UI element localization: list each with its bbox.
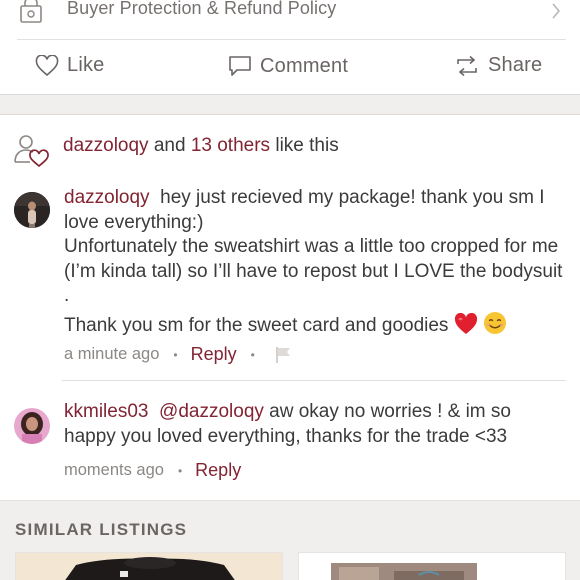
- likers-icon: [14, 135, 49, 168]
- smiling-face-emoji: [484, 311, 506, 334]
- likes-suffix: like this: [275, 135, 339, 156]
- avatar-photo: [14, 192, 50, 228]
- reply-button[interactable]: Reply: [191, 344, 237, 365]
- comment-username[interactable]: kkmiles03: [64, 401, 148, 422]
- comment-label: Comment: [260, 54, 349, 77]
- liker-username[interactable]: dazzoloqy: [63, 135, 149, 156]
- meta-separator: •: [250, 347, 255, 362]
- like-button[interactable]: Like: [35, 54, 105, 77]
- comment-meta: a minute ago • Reply •: [64, 344, 293, 365]
- listing-card[interactable]: [15, 552, 283, 580]
- comment-timestamp: a minute ago: [64, 345, 160, 363]
- divider: [62, 380, 566, 381]
- like-label: Like: [67, 54, 105, 76]
- section-separator: [0, 94, 580, 115]
- comment-mention[interactable]: @dazzoloqy: [159, 401, 264, 422]
- comment-body: kkmiles03 @dazzoloqy aw okay no worries …: [64, 400, 564, 449]
- avatar[interactable]: [14, 192, 50, 228]
- listing-card[interactable]: [298, 552, 566, 580]
- likes-others-link[interactable]: 13 others: [191, 135, 270, 156]
- section-title: SIMILAR LISTINGS: [15, 520, 188, 539]
- comment-body: dazzoloqy hey just recieved my package! …: [64, 186, 564, 338]
- comment-meta: moments ago • Reply: [64, 460, 241, 481]
- buyer-protection-label: Buyer Protection & Refund Policy: [67, 0, 337, 18]
- comment-text-line: Thank you sm for the sweet card and good…: [64, 314, 449, 336]
- comment-icon: [229, 56, 251, 76]
- comment-button[interactable]: Comment: [228, 54, 348, 78]
- share-label: Share: [488, 54, 543, 76]
- likes-summary[interactable]: dazzoloqy and 13 others like this: [0, 126, 580, 168]
- reply-button[interactable]: Reply: [195, 460, 241, 481]
- avatar[interactable]: [14, 408, 50, 444]
- listing-image: [299, 553, 565, 580]
- red-heart-emoji: [454, 312, 477, 334]
- similar-listings-section: SIMILAR LISTINGS: [0, 500, 580, 580]
- likes-connector: and: [153, 135, 186, 156]
- comment-timestamp: moments ago: [64, 461, 164, 479]
- comment-text-line: Unfortunately the sweatshirt was a littl…: [64, 236, 563, 306]
- share-icon: [457, 55, 477, 76]
- comment-username[interactable]: dazzoloqy: [64, 187, 150, 208]
- chevron-right-icon: [552, 3, 560, 19]
- meta-separator: •: [173, 347, 178, 362]
- action-bar: Like Comment Share: [0, 40, 580, 94]
- buyer-protection-row[interactable]: Buyer Protection & Refund Policy: [0, 0, 580, 40]
- listing-image: [16, 553, 282, 580]
- meta-separator: •: [177, 463, 183, 478]
- heart-icon: [35, 54, 59, 76]
- avatar-photo: [14, 408, 50, 444]
- likes-text: dazzoloqy and 13 others like this: [63, 135, 339, 157]
- share-button[interactable]: Share: [454, 54, 542, 77]
- flag-icon[interactable]: [275, 346, 293, 364]
- lock-icon: [20, 0, 42, 23]
